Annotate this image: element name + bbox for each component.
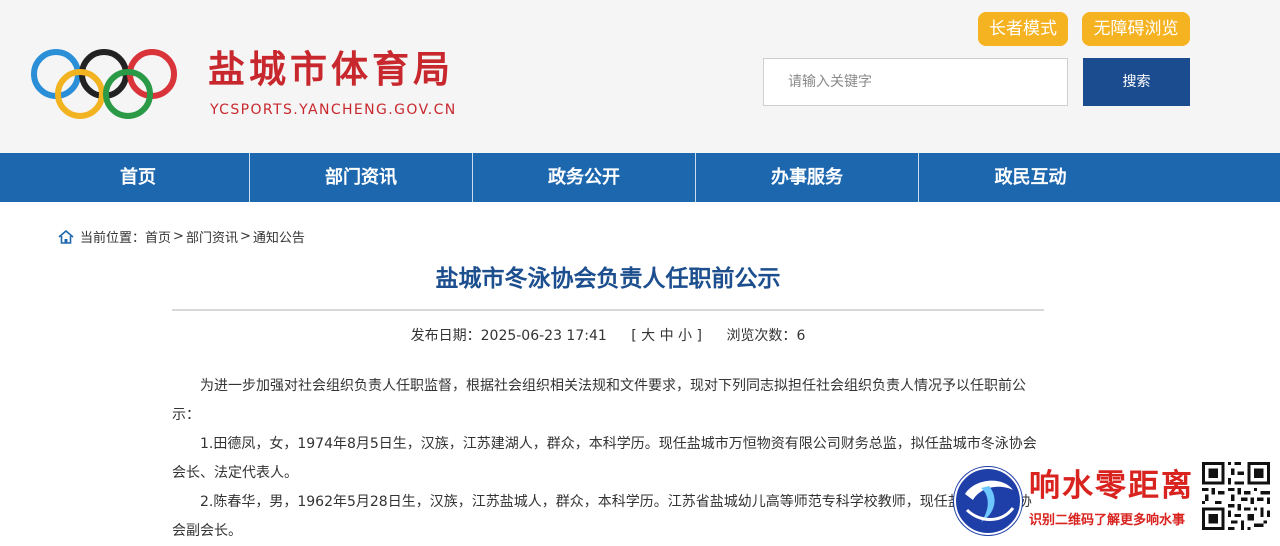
qr-code-icon [1202, 462, 1270, 530]
xiangshui-globe-logo [953, 466, 1023, 536]
nav-item-services[interactable]: 办事服务 [696, 153, 919, 202]
olympic-rings-icon[interactable] [28, 46, 180, 120]
breadcrumb-notices[interactable]: 通知公告 [253, 227, 305, 246]
article-paragraph: 为进一步加强对社会组织负责人任职监督，根据社会组织相关法规和文件要求，现对下列同… [172, 378, 1026, 423]
breadcrumb-prefix: 当前位置： [80, 231, 146, 246]
elder-mode-button[interactable]: 长者模式 [978, 12, 1068, 46]
accessibility-button[interactable]: 无障碍浏览 [1082, 12, 1190, 46]
breadcrumb-home[interactable]: 首页 [145, 227, 171, 246]
watermark-overlay: 响水零距离 识别二维码了解更多响水事 [945, 458, 1280, 545]
main-nav: 首页 部门资讯 政务公开 办事服务 政民互动 [0, 153, 1280, 202]
article-title: 盐城市冬泳协会负责人任职前公示 [435, 266, 781, 292]
search-button[interactable]: 搜索 [1083, 58, 1190, 106]
breadcrumb: 当前位置： 首页 > 部门资讯 > 通知公告 [58, 227, 305, 246]
article-paragraph: 1.田德凤，女，1974年8月5日生，汉族，江苏建湖人，群众，本科学历。现任盐城… [172, 436, 1037, 481]
views-label: 浏览次数： [726, 328, 797, 344]
nav-item-government-affairs[interactable]: 政务公开 [473, 153, 696, 202]
article-body: 为进一步加强对社会组织负责人任职监督，根据社会组织相关法规和文件要求，现对下列同… [172, 372, 1044, 546]
publish-date: 发布日期：2025-06-23 17:41 [411, 328, 607, 344]
nav-item-department-news[interactable]: 部门资讯 [250, 153, 473, 202]
publish-label: 发布日期： [410, 328, 481, 344]
font-size-control[interactable]: [ 大 中 小 ] [631, 328, 702, 344]
publish-date-value: 2025-06-23 17:41 [480, 328, 607, 344]
watermark-title: 响水零距离 [1029, 468, 1194, 504]
views-value: 6 [796, 328, 806, 344]
article-meta: 发布日期：2025-06-23 17:41 [ 大 中 小 ] 浏览次数：6 [172, 326, 1044, 346]
watermark-subtitle: 识别二维码了解更多响水事 [1029, 513, 1186, 528]
site-title[interactable]: 盐城市体育局 [208, 48, 454, 92]
breadcrumb-separator: > [173, 229, 184, 244]
nav-item-interaction[interactable]: 政民互动 [919, 153, 1142, 202]
home-icon [58, 229, 74, 244]
breadcrumb-separator: > [239, 229, 251, 244]
site-domain: YCSPORTS.YANCHENG.GOV.CN [210, 102, 457, 118]
breadcrumb-department-news[interactable]: 部门资讯 [186, 227, 238, 246]
title-divider [172, 309, 1044, 311]
search-input[interactable] [763, 58, 1068, 106]
nav-item-home[interactable]: 首页 [27, 153, 250, 202]
article-paragraph: 2.陈春华，男，1962年5月28日生，汉族，江苏盐城人，群众，本科学历。江苏省… [172, 494, 1032, 539]
view-count: 浏览次数：6 [726, 328, 805, 344]
site-header: 盐城市体育局 YCSPORTS.YANCHENG.GOV.CN 长者模式 无障碍… [0, 0, 1280, 153]
